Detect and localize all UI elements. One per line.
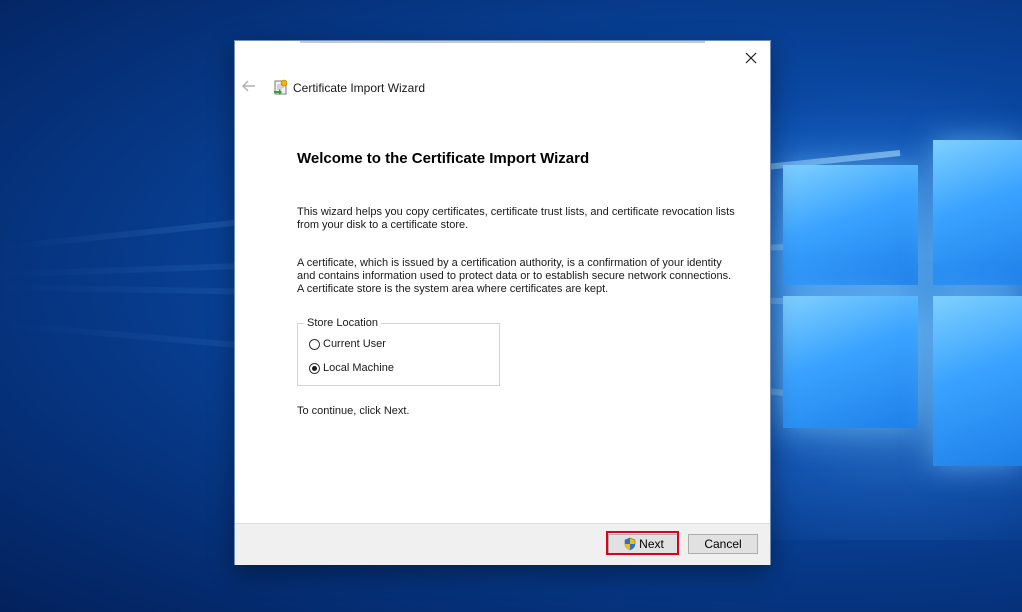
- intro-paragraph: This wizard helps you copy certificates,…: [297, 206, 735, 231]
- close-button[interactable]: [738, 47, 764, 69]
- wizard-title: Certificate Import Wizard: [293, 81, 426, 95]
- radio-label: Local Machine: [323, 362, 394, 374]
- title-strip: [300, 41, 705, 43]
- continue-instruction: To continue, click Next.: [297, 405, 410, 417]
- cancel-button[interactable]: Cancel: [688, 534, 758, 554]
- next-button[interactable]: Next: [608, 534, 679, 554]
- back-button[interactable]: [241, 79, 263, 97]
- radio-local-machine[interactable]: Local Machine: [309, 362, 394, 374]
- uac-shield-icon: [624, 537, 636, 551]
- radio-label: Current User: [323, 338, 386, 350]
- certificate-import-wizard-dialog: Certificate Import Wizard Welcome to the…: [235, 41, 770, 565]
- windows-logo-pane: [933, 140, 1022, 285]
- windows-logo-pane: [783, 296, 918, 428]
- dialog-footer: Next Cancel: [235, 523, 770, 565]
- radio-button[interactable]: [309, 362, 320, 374]
- cancel-button-label: Cancel: [704, 537, 742, 551]
- windows-logo-pane: [933, 296, 1022, 466]
- certificate-wizard-icon: [274, 79, 288, 95]
- next-button-label: Next: [639, 537, 664, 551]
- certificate-description-paragraph: A certificate, which is issued by a cert…: [297, 257, 732, 295]
- windows-logo-pane: [783, 165, 918, 285]
- radio-button[interactable]: [309, 338, 320, 350]
- back-arrow-icon: [242, 80, 255, 92]
- store-location-group: Store Location Current User Local Machin…: [297, 317, 500, 386]
- radio-current-user[interactable]: Current User: [309, 338, 386, 350]
- page-heading: Welcome to the Certificate Import Wizard: [297, 150, 590, 167]
- close-icon: [745, 52, 757, 64]
- store-location-legend: Store Location: [304, 317, 381, 329]
